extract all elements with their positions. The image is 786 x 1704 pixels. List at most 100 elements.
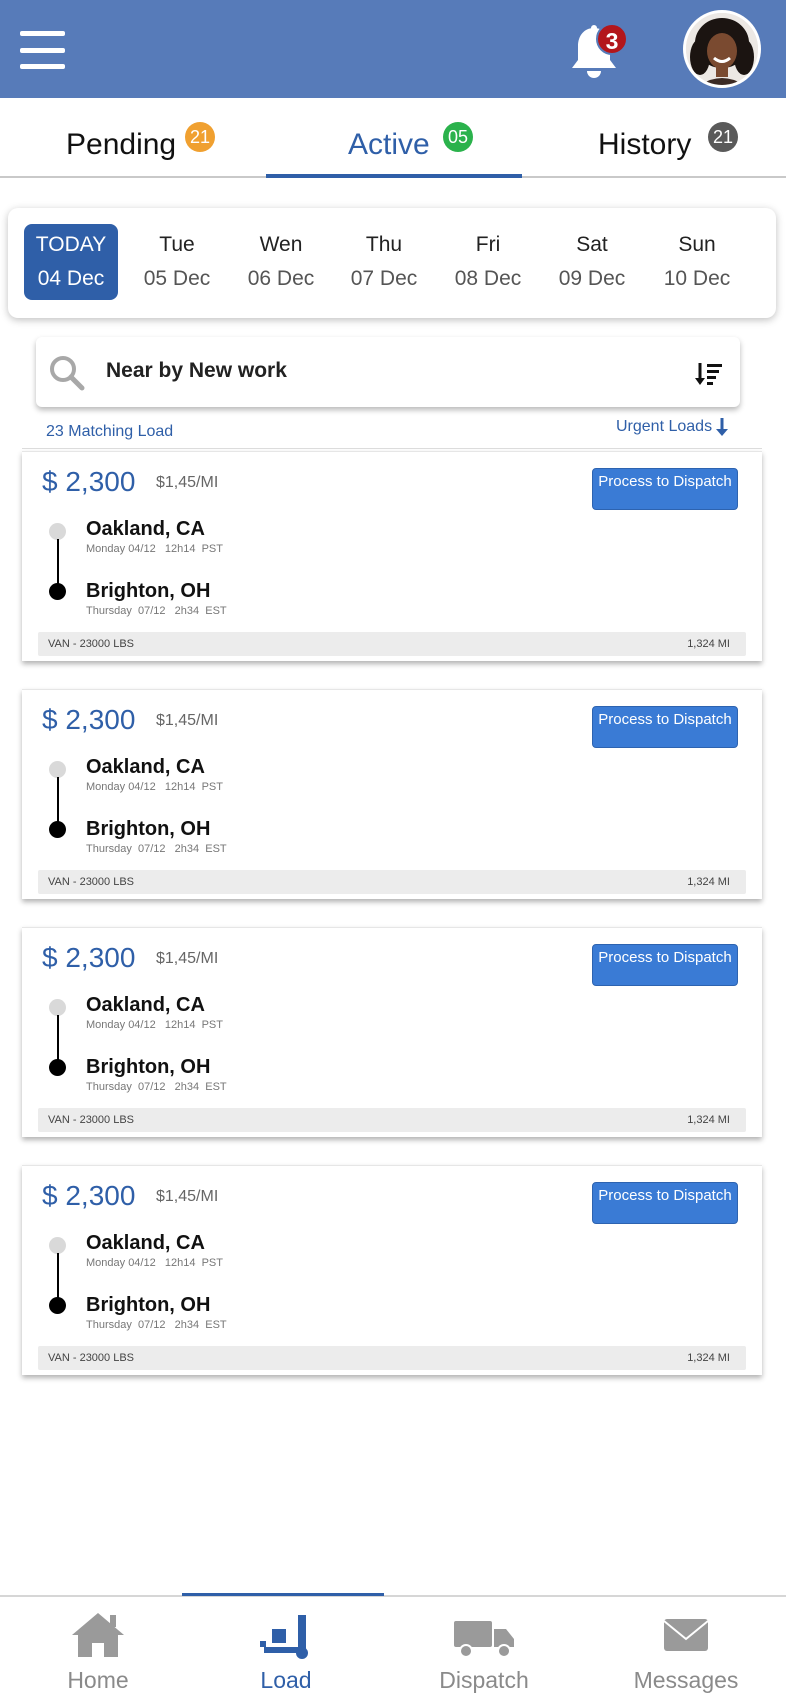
tab-pending-badge: 21 [185, 122, 215, 152]
nav-load-label: Load [260, 1667, 312, 1693]
destination-city: Brighton, OH [86, 818, 211, 840]
top-app-bar: 3 [0, 0, 786, 98]
destination-city: Brighton, OH [86, 580, 211, 602]
hamburger-menu-icon[interactable] [20, 31, 65, 69]
origin-dot [49, 761, 66, 778]
date-value: 05 Dec [143, 267, 211, 290]
date-day-label: TODAY [35, 233, 107, 256]
destination-time: Thursday 07/12 2h34 EST [86, 843, 227, 855]
load-dolly-icon [260, 1615, 308, 1659]
active-nav-indicator [182, 1593, 384, 1596]
date-tue[interactable]: Tue 05 Dec [130, 224, 224, 300]
user-avatar[interactable] [683, 10, 761, 88]
equipment-weight: VAN - 23000 LBS [48, 876, 135, 888]
urgent-loads-sort[interactable]: Urgent Loads [616, 418, 729, 436]
process-to-dispatch-button[interactable]: Process to Dispatch [592, 468, 738, 510]
date-day-label: Wen [259, 233, 303, 256]
active-tab-indicator [266, 174, 522, 178]
origin-city: Oakland, CA [86, 994, 205, 1016]
tab-pending[interactable]: Pending 21 [66, 98, 236, 178]
avatar-portrait-icon [686, 13, 758, 85]
tab-history-label: History [598, 128, 692, 161]
equipment-weight: VAN - 23000 LBS [48, 1352, 135, 1364]
tab-active[interactable]: Active 05 [348, 98, 498, 178]
process-to-dispatch-button[interactable]: Process to Dispatch [592, 1182, 738, 1224]
origin-city: Oakland, CA [86, 1232, 205, 1254]
nav-home[interactable]: Home [0, 1597, 196, 1704]
destination-dot [49, 1059, 66, 1076]
load-card[interactable]: $ 2,300 $1,45/MI Process to Dispatch Oak… [22, 689, 762, 899]
bottom-navigation: Home Load Dispatch Messages [0, 1593, 786, 1704]
status-tabs: Pending 21 Active 05 History 21 [0, 98, 786, 178]
date-value: 08 Dec [454, 267, 522, 290]
tab-active-badge: 05 [443, 122, 473, 152]
destination-time: Thursday 07/12 2h34 EST [86, 1081, 227, 1093]
route-line [57, 539, 59, 585]
notification-count-badge: 3 [596, 23, 628, 55]
urgent-loads-label: Urgent Loads [616, 418, 713, 435]
search-icon [50, 356, 85, 391]
tab-active-label: Active [348, 128, 430, 161]
nav-dispatch-label: Dispatch [439, 1667, 529, 1693]
date-day-label: Sun [678, 233, 716, 256]
process-to-dispatch-button[interactable]: Process to Dispatch [592, 706, 738, 748]
date-today[interactable]: TODAY 04 Dec [24, 224, 118, 300]
date-thu[interactable]: Thu 07 Dec [337, 224, 431, 300]
destination-city: Brighton, OH [86, 1294, 211, 1316]
process-to-dispatch-button[interactable]: Process to Dispatch [592, 944, 738, 986]
search-bar[interactable]: Near by New work [36, 337, 740, 407]
load-card[interactable]: $ 2,300 $1,45/MI Process to Dispatch Oak… [22, 1165, 762, 1375]
load-card[interactable]: $ 2,300 $1,45/MI Process to Dispatch Oak… [22, 927, 762, 1137]
destination-dot [49, 583, 66, 600]
distance: 1,324 MI [687, 638, 730, 650]
origin-city: Oakland, CA [86, 518, 205, 540]
load-price: $ 2,300 [42, 704, 136, 735]
date-wed[interactable]: Wen 06 Dec [234, 224, 328, 300]
divider [22, 448, 762, 449]
nav-dispatch[interactable]: Dispatch [386, 1597, 582, 1704]
route-line [57, 1253, 59, 1299]
date-sat[interactable]: Sat 09 Dec [545, 224, 639, 300]
load-details-bar: VAN - 23000 LBS 1,324 MI [38, 1346, 746, 1370]
date-fri[interactable]: Fri 08 Dec [441, 224, 535, 300]
destination-dot [49, 821, 66, 838]
home-icon [72, 1613, 124, 1657]
date-value: 07 Dec [350, 267, 418, 290]
date-selector: TODAY 04 Dec Tue 05 Dec Wen 06 Dec Thu 0… [8, 208, 776, 318]
search-text: Near by New work [106, 359, 287, 382]
truck-icon [454, 1621, 514, 1658]
envelope-icon [663, 1619, 709, 1651]
load-details-bar: VAN - 23000 LBS 1,324 MI [38, 632, 746, 656]
nav-home-label: Home [67, 1667, 129, 1693]
tab-history-badge: 21 [708, 122, 738, 152]
load-rate: $1,45/MI [156, 1188, 219, 1205]
distance: 1,324 MI [687, 876, 730, 888]
destination-time: Thursday 07/12 2h34 EST [86, 605, 227, 617]
origin-time: Monday 04/12 12h14 PST [86, 1257, 223, 1269]
load-card[interactable]: $ 2,300 $1,45/MI Process to Dispatch Oak… [22, 451, 762, 661]
origin-time: Monday 04/12 12h14 PST [86, 781, 223, 793]
route-line [57, 1015, 59, 1061]
nav-load[interactable]: Load [188, 1597, 384, 1704]
sort-descending-icon[interactable] [694, 361, 724, 387]
tab-pending-label: Pending [66, 128, 177, 161]
nav-messages[interactable]: Messages [588, 1597, 784, 1704]
load-price: $ 2,300 [42, 466, 136, 497]
load-price: $ 2,300 [42, 942, 136, 973]
nav-messages-label: Messages [633, 1667, 739, 1693]
date-day-label: Tue [159, 233, 195, 256]
load-details-bar: VAN - 23000 LBS 1,324 MI [38, 1108, 746, 1132]
route-line [57, 777, 59, 823]
date-sun[interactable]: Sun 10 Dec [650, 224, 744, 300]
origin-dot [49, 1237, 66, 1254]
equipment-weight: VAN - 23000 LBS [48, 1114, 135, 1126]
origin-time: Monday 04/12 12h14 PST [86, 543, 223, 555]
distance: 1,324 MI [687, 1352, 730, 1364]
destination-time: Thursday 07/12 2h34 EST [86, 1319, 227, 1331]
load-rate: $1,45/MI [156, 950, 219, 967]
tab-history[interactable]: History 21 [598, 98, 768, 178]
equipment-weight: VAN - 23000 LBS [48, 638, 135, 650]
date-day-label: Sat [576, 233, 608, 256]
load-rate: $1,45/MI [156, 712, 219, 729]
date-value: 09 Dec [558, 267, 626, 290]
